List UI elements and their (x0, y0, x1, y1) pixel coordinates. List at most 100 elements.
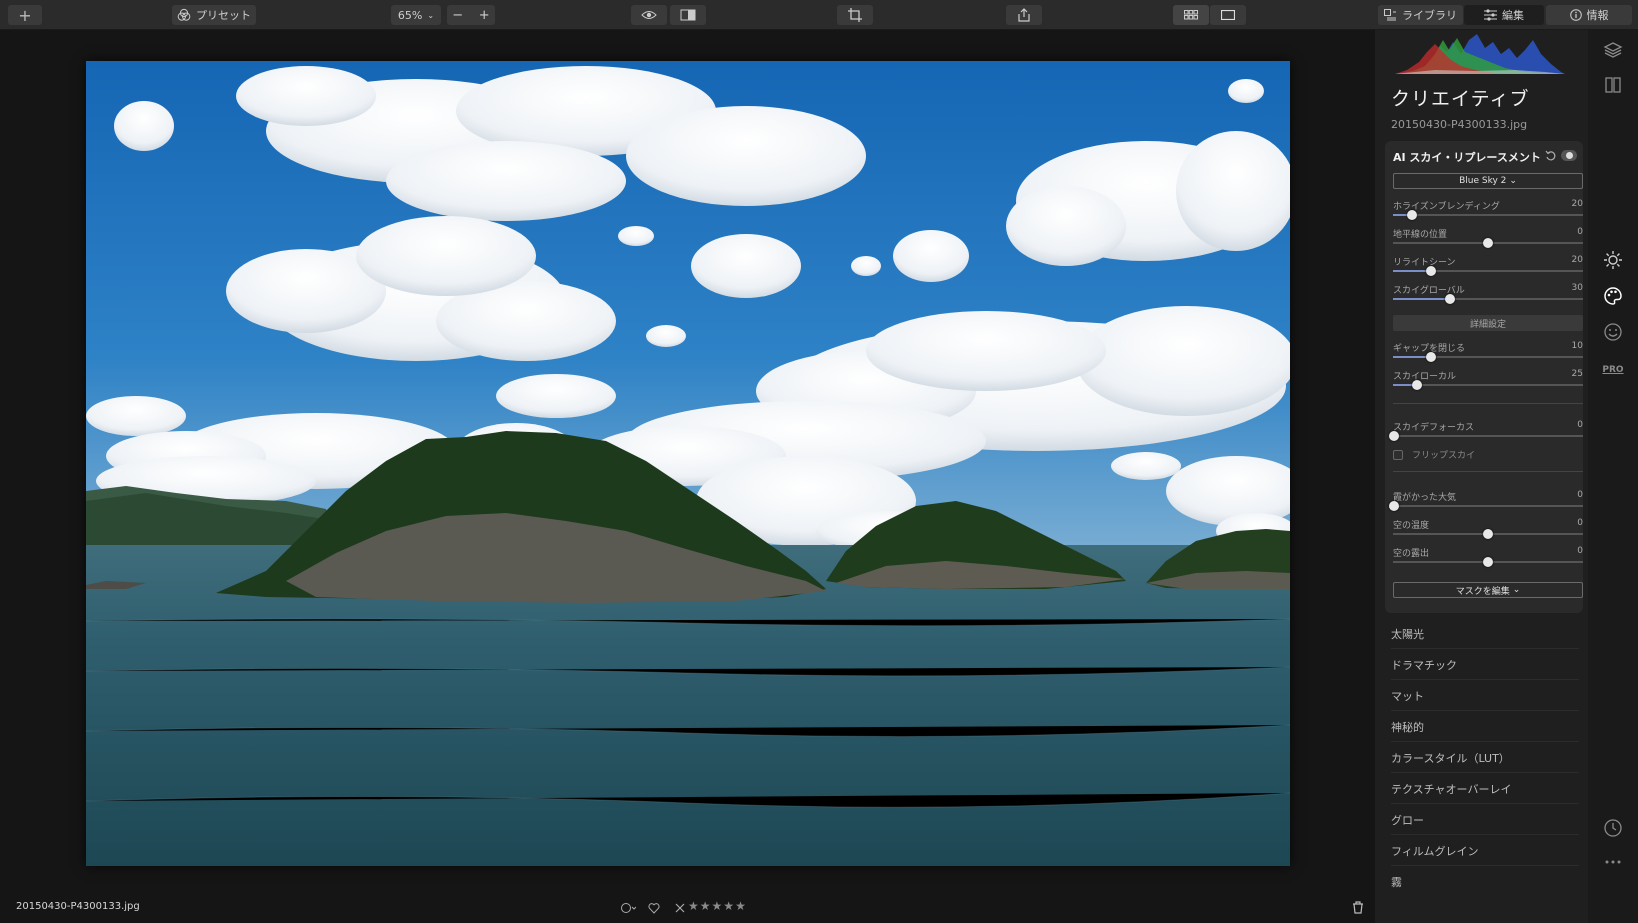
slider-value: 0 (1577, 227, 1583, 237)
tab-library[interactable]: ライブラリ (1378, 5, 1463, 25)
single-view-button[interactable] (1210, 5, 1246, 25)
layers-icon[interactable] (1603, 40, 1623, 60)
tab-edit[interactable]: 編集 (1464, 5, 1544, 25)
slider-knob[interactable] (1483, 529, 1493, 539)
chevron-down-icon: ⌄ (1509, 176, 1517, 186)
star-icon[interactable]: ★ (723, 899, 735, 913)
zoom-dropdown[interactable]: 65% ⌄ (391, 5, 441, 25)
tab-info[interactable]: 情報 (1546, 5, 1632, 25)
star-icon[interactable]: ★ (700, 899, 712, 913)
toggle-eye-icon (1566, 152, 1573, 159)
slider-knob[interactable] (1445, 294, 1455, 304)
slider-knob[interactable] (1389, 501, 1399, 511)
add-button[interactable]: + (8, 5, 42, 25)
compare-icon[interactable] (1603, 75, 1623, 95)
slider-sky-global[interactable]: スカイグローバル 30 (1393, 283, 1583, 307)
flip-sky-checkbox[interactable]: フリップスカイ (1393, 448, 1475, 461)
slider-track (1393, 505, 1583, 507)
slider-label: スカイグローバル (1393, 286, 1465, 296)
presets-button[interactable]: プリセット (172, 5, 256, 25)
slider-knob[interactable] (1389, 431, 1399, 441)
tab-info-label: 情報 (1586, 9, 1609, 22)
export-button[interactable] (1006, 5, 1042, 25)
slider-knob[interactable] (1426, 266, 1436, 276)
ai-sky-title: AI スカイ・リプレースメント (1393, 151, 1541, 164)
star-icon[interactable]: ★ (712, 899, 724, 913)
sun-icon[interactable] (1603, 250, 1623, 270)
star-icon[interactable]: ★ (735, 899, 747, 913)
tool-item-label: カラースタイル（LUT） (1391, 752, 1510, 765)
color-label-icon[interactable] (620, 902, 636, 914)
tool-item-sunrays[interactable]: 太陽光 (1391, 618, 1579, 649)
tool-item-dramatic[interactable]: ドラマチック (1391, 649, 1579, 680)
slider-close-gaps[interactable]: ギャップを閉じる 10 (1393, 341, 1583, 365)
tool-item-color-styles[interactable]: カラースタイル（LUT） (1391, 742, 1579, 773)
reset-icon[interactable] (1545, 150, 1557, 162)
slider-horizon-position[interactable]: 地平線の位置 0 (1393, 227, 1583, 251)
slider-sky-local[interactable]: スカイローカル 25 (1393, 369, 1583, 393)
edit-mask-button[interactable]: マスクを編集 ⌄ (1393, 582, 1583, 598)
tool-item-mystical[interactable]: 神秘的 (1391, 711, 1579, 742)
bottom-filename: 20150430-P4300133.jpg (16, 901, 140, 912)
tab-edit-label: 編集 (1502, 9, 1524, 22)
slider-value: 10 (1571, 341, 1583, 351)
tool-item-matte[interactable]: マット (1391, 680, 1579, 711)
slider-relight-scene[interactable]: リライトシーン 20 (1393, 255, 1583, 279)
slider-sky-defocus[interactable]: スカイデフォーカス 0 (1389, 420, 1583, 444)
preview-eye-button[interactable] (631, 5, 667, 25)
tool-item-fog[interactable]: 霧 (1391, 866, 1579, 897)
tool-item-label: ドラマチック (1391, 659, 1457, 672)
slider-label: スカイローカル (1393, 372, 1457, 382)
reject-icon[interactable] (675, 903, 685, 913)
slider-hazy-atmosphere[interactable]: 霞がかった大気 0 (1389, 490, 1583, 514)
slider-label: スカイデフォーカス (1393, 423, 1475, 433)
slider-sky-temperature[interactable]: 空の温度 0 (1393, 518, 1583, 542)
palette-icon[interactable] (1603, 286, 1623, 306)
slider-knob[interactable] (1426, 352, 1436, 362)
face-icon[interactable] (1603, 322, 1623, 342)
visibility-toggle[interactable] (1561, 150, 1577, 161)
slider-knob[interactable] (1483, 557, 1493, 567)
slider-value: 0 (1577, 490, 1583, 500)
sky-select-value: Blue Sky 2 (1459, 176, 1507, 186)
zoom-stepper: − + (447, 5, 495, 25)
histogram (1395, 34, 1565, 74)
tool-item-glow[interactable]: グロー (1391, 804, 1579, 835)
sky-select-dropdown[interactable]: Blue Sky 2 ⌄ (1393, 173, 1583, 189)
tool-item-film-grain[interactable]: フィルムグレイン (1391, 835, 1579, 866)
history-icon[interactable] (1603, 818, 1623, 838)
tool-item-texture-overlay[interactable]: テクスチャオーバーレイ (1391, 773, 1579, 804)
slider-label: 空の温度 (1393, 521, 1430, 531)
tab-library-label: ライブラリ (1402, 9, 1457, 22)
trash-icon[interactable] (1352, 901, 1364, 914)
slider-horizon-blending[interactable]: ホライズンブレンディング 20 (1393, 199, 1583, 223)
slider-label: 霞がかった大気 (1393, 493, 1457, 503)
panel-filename: 20150430-P4300133.jpg (1391, 118, 1528, 131)
slider-knob[interactable] (1407, 210, 1417, 220)
checkbox-box[interactable] (1393, 449, 1403, 460)
edited-photo[interactable] (86, 61, 1290, 866)
slider-knob[interactable] (1412, 380, 1422, 390)
compare-button[interactable] (670, 5, 706, 25)
star-icon[interactable]: ★ (688, 899, 700, 913)
chevron-down-icon: ⌄ (1512, 585, 1521, 595)
zoom-out-button[interactable]: − (452, 8, 463, 23)
zoom-in-button[interactable]: + (479, 8, 490, 23)
heart-icon[interactable] (648, 902, 660, 914)
split-view-icon (680, 9, 696, 21)
advanced-settings-button[interactable]: 詳細設定 (1393, 315, 1583, 331)
more-icon[interactable] (1603, 850, 1623, 870)
slider-value: 20 (1571, 199, 1583, 209)
tool-category-rail: PRO (1588, 30, 1638, 923)
tool-item-label: 神秘的 (1391, 721, 1424, 734)
slider-track (1393, 435, 1583, 437)
right-panel: クリエイティブ 20150430-P4300133.jpg AI スカイ・リプレ… (1375, 30, 1588, 923)
slider-knob[interactable] (1483, 238, 1493, 248)
grid-view-button[interactable] (1173, 5, 1209, 25)
divider (1393, 471, 1583, 472)
slider-sky-exposure[interactable]: 空の露出 0 (1393, 546, 1583, 570)
photo-canvas[interactable] (0, 30, 1375, 923)
pro-icon[interactable]: PRO (1602, 360, 1623, 380)
edit-mask-label: マスクを編集 (1455, 586, 1510, 597)
crop-button[interactable] (837, 5, 873, 25)
